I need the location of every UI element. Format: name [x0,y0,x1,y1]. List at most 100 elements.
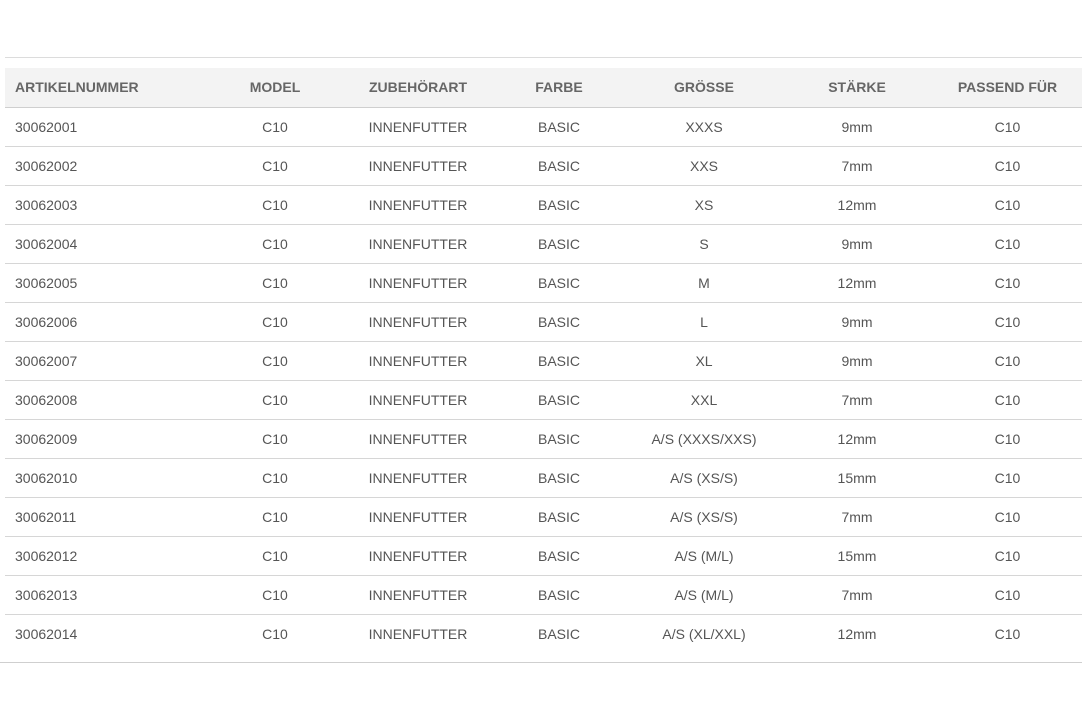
cell-artikelnummer: 30062011 [5,497,205,537]
cell-groesse: XXS [627,146,781,186]
header-groesse: GRÖSSE [627,68,781,108]
table-row: 30062006 C10 INNENFUTTER BASIC L 9mm C10 [5,302,1082,342]
cell-artikelnummer: 30062002 [5,146,205,186]
cell-artikelnummer: 30062010 [5,458,205,498]
cell-artikelnummer: 30062008 [5,380,205,420]
cell-passend-fuer: C10 [933,497,1082,537]
cell-staerke: 9mm [781,224,933,264]
cell-passend-fuer: C10 [933,458,1082,498]
cell-farbe: BASIC [537,625,580,642]
cell-model: C10 [205,185,345,225]
cell-zubehoerart: INNENFUTTER [345,497,491,537]
cell-staerke: 7mm [781,146,933,186]
cell-groesse: XL [627,341,781,381]
cell-farbe: BASIC [491,419,627,459]
cell-staerke: 9mm [781,107,933,147]
cell-zubehoerart: INNENFUTTER [345,146,491,186]
cell-staerke: 15mm [781,458,933,498]
cell-groesse: M [627,263,781,303]
cell-model: C10 [205,536,345,576]
cell-passend-fuer: C10 [933,536,1082,576]
cell-farbe: BASIC [491,497,627,537]
table-row: 30062003 C10 INNENFUTTER BASIC XS 12mm C10 [5,185,1082,225]
cell-passend-fuer: C10 [933,575,1082,615]
cell-model: C10 [205,146,345,186]
bottom-divider [0,662,1082,663]
cell-zubehoerart: INNENFUTTER [345,380,491,420]
product-spec-table: ARTIKELNUMMER MODEL ZUBEHÖRART FARBE GRÖ… [5,68,1082,653]
cell-staerke: 9mm [781,302,933,342]
cell-model: C10 [205,302,345,342]
cell-groesse: L [627,302,781,342]
table-row: 30062011 C10 INNENFUTTER BASIC A/S (XS/S) 7mm… [5,497,1082,537]
cell-artikelnummer: 30062004 [5,224,205,264]
cell-passend-fuer: C10 [933,185,1082,225]
cell-artikelnummer: 30062012 [5,536,205,576]
header-artikelnummer: ARTIKELNUMMER [5,68,205,108]
cell-farbe: BASIC [491,224,627,264]
cell-artikelnummer: 30062014 [15,625,78,642]
cell-staerke: 7mm [781,497,933,537]
cell-farbe: BASIC [491,380,627,420]
cell-zubehoerart: INNENFUTTER [345,224,491,264]
table-body: 30062001 C10 INNENFUTTER BASIC XXXS 9mm C10 300… [5,107,1082,653]
table-row: 30062008 C10 INNENFUTTER BASIC XXL 7mm C10 [5,380,1082,420]
cell-groesse: S [627,224,781,264]
header-model: MODEL [205,68,345,108]
table-row: 30062005 C10 INNENFUTTER BASIC M 12mm C10 [5,263,1082,303]
cell-zubehoerart: INNENFUTTER [345,419,491,459]
table-row: 30062012 C10 INNENFUTTER BASIC A/S (M/L) 15mm… [5,536,1082,576]
cell-groesse: XS [627,185,781,225]
cell-artikelnummer: 30062007 [5,341,205,381]
table-header-row: ARTIKELNUMMER MODEL ZUBEHÖRART FARBE GRÖ… [5,68,1082,108]
cell-model: C10 [205,575,345,615]
cell-artikelnummer: 30062009 [5,419,205,459]
cell-farbe: BASIC [491,341,627,381]
cell-groesse: A/S (M/L) [627,575,781,615]
table-row: 30062002 C10 INNENFUTTER BASIC XXS 7mm C10 [5,146,1082,186]
cell-groesse: A/S (XS/S) [627,497,781,537]
cell-passend-fuer: C10 [933,224,1082,264]
cell-staerke: 9mm [781,341,933,381]
cell-artikelnummer: 30062013 [5,575,205,615]
cell-groesse: A/S (XL/XXL) [662,625,746,642]
cell-model: C10 [205,224,345,264]
cell-zubehoerart: INNENFUTTER [345,185,491,225]
table-row: 30062009 C10 INNENFUTTER BASIC A/S (XXXS/XXS… [5,419,1082,459]
cell-groesse: A/S (XXXS/XXS) [627,419,781,459]
cell-farbe: BASIC [491,185,627,225]
table-header: ARTIKELNUMMER MODEL ZUBEHÖRART FARBE GRÖ… [5,68,1082,108]
cell-model: C10 [205,458,345,498]
header-passend-fuer: PASSEND FÜR [933,68,1082,108]
cell-zubehoerart: INNENFUTTER [345,536,491,576]
cell-passend-fuer: C10 [994,625,1021,642]
cell-passend-fuer: C10 [933,302,1082,342]
cell-zubehoerart: INNENFUTTER [345,263,491,303]
cell-passend-fuer: C10 [933,107,1082,147]
cell-zubehoerart: INNENFUTTER [345,458,491,498]
cell-model: C10 [262,625,288,642]
cell-model: C10 [205,263,345,303]
cell-model: C10 [205,419,345,459]
cell-farbe: BASIC [491,302,627,342]
cell-staerke: 12mm [781,419,933,459]
cell-staerke: 15mm [781,536,933,576]
cell-model: C10 [205,380,345,420]
cell-model: C10 [205,341,345,381]
table-row: 30062010 C10 INNENFUTTER BASIC A/S (XS/S) 15m… [5,458,1082,498]
cell-groesse: A/S (XS/S) [627,458,781,498]
table-row: 30062001 C10 INNENFUTTER BASIC XXXS 9mm C10 [5,107,1082,147]
table-row: 30062013 C10 INNENFUTTER BASIC A/S (M/L) 7mm C… [5,575,1082,615]
cell-zubehoerart: INNENFUTTER [345,341,491,381]
cell-passend-fuer: C10 [933,380,1082,420]
cell-artikelnummer: 30062005 [5,263,205,303]
cell-farbe: BASIC [491,146,627,186]
cell-farbe: BASIC [491,263,627,303]
cell-passend-fuer: C10 [933,146,1082,186]
cell-zubehoerart: INNENFUTTER [345,107,491,147]
cell-staerke: 12mm [781,263,933,303]
cell-zubehoerart: INNENFUTTER [345,302,491,342]
cell-staerke: 12mm [837,625,877,642]
cell-groesse: XXL [627,380,781,420]
cell-farbe: BASIC [491,107,627,147]
